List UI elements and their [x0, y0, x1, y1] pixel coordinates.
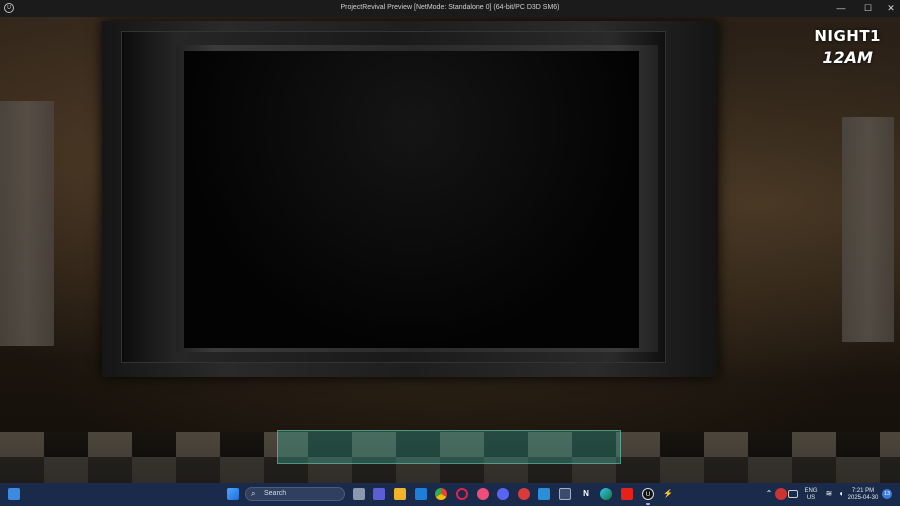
windows-taskbar: ⌕ Search N U ⚡ ⌃ ENG US ≋ ◖ 7:21 PM 2025…: [0, 483, 900, 506]
right-door-panel: [842, 117, 894, 342]
close-button[interactable]: ✕: [880, 1, 900, 15]
widgets-icon[interactable]: [8, 488, 20, 500]
left-door-panel: [0, 101, 54, 346]
music-icon[interactable]: [477, 488, 489, 500]
window-title: ProjectRevival Preview [NetMode: Standal…: [340, 4, 560, 11]
clock-time: 7:21 PM: [851, 488, 875, 494]
edge-icon[interactable]: [600, 488, 612, 500]
clock[interactable]: 7:21 PM 2025-04-30: [846, 488, 880, 502]
opera-icon[interactable]: [456, 488, 468, 500]
monitor-screen: [184, 51, 639, 348]
tray-app-icon[interactable]: [775, 488, 787, 500]
discord-icon[interactable]: [497, 488, 509, 500]
ms-store-icon[interactable]: [559, 488, 571, 500]
meet-icon[interactable]: [373, 488, 385, 500]
search-input[interactable]: ⌕ Search: [245, 487, 345, 501]
wifi-icon[interactable]: ≋: [823, 488, 835, 500]
language-indicator[interactable]: ENG US: [802, 488, 820, 502]
outlook-icon[interactable]: [415, 488, 427, 500]
night-hud: NIGHT1 12AM: [814, 27, 881, 67]
task-view-icon[interactable]: [353, 488, 365, 500]
notification-badge[interactable]: 13: [882, 489, 892, 499]
notion-icon[interactable]: N: [580, 488, 592, 500]
night-label: NIGHT1: [814, 27, 881, 45]
chevron-up-icon[interactable]: ⌃: [763, 488, 775, 500]
start-icon[interactable]: [227, 488, 239, 500]
window-titlebar: U ProjectRevival Preview [NetMode: Stand…: [0, 0, 900, 17]
bolt-icon[interactable]: ⚡: [662, 488, 674, 500]
camera-toggle-bar[interactable]: [277, 430, 621, 464]
maximize-button[interactable]: ☐: [857, 1, 879, 15]
app-red-icon[interactable]: [518, 488, 530, 500]
language-label: ENG: [804, 488, 818, 494]
search-placeholder: Search: [264, 490, 287, 497]
active-app-indicator: [646, 503, 650, 505]
file-explorer-icon[interactable]: [394, 488, 406, 500]
youtube-icon[interactable]: [621, 488, 633, 500]
game-viewport[interactable]: NIGHT1 12AM: [0, 17, 900, 483]
chrome-icon[interactable]: [435, 488, 447, 500]
clock-date: 2025-04-30: [847, 495, 879, 501]
search-icon: ⌕: [251, 489, 256, 498]
region-label: US: [806, 495, 816, 501]
keyboard-icon[interactable]: [788, 490, 798, 498]
photos-icon[interactable]: [538, 488, 550, 500]
time-label: 12AM: [822, 48, 873, 67]
minimize-button[interactable]: —: [830, 1, 852, 15]
unreal-engine-icon[interactable]: U: [642, 488, 654, 500]
